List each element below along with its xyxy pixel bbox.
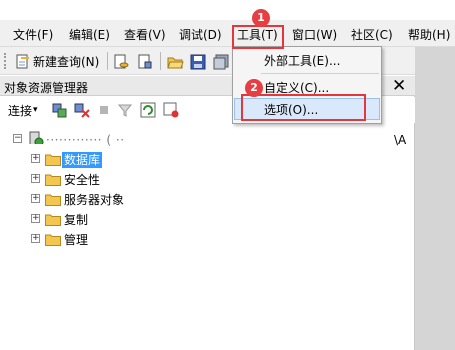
- title-bar: [0, 0, 455, 20]
- standard-toolbar: 新建查询(N): [0, 47, 455, 75]
- folder-icon: [45, 174, 61, 186]
- analysis-query-button[interactable]: [137, 53, 153, 70]
- save-all-icon: [213, 54, 229, 69]
- step-badge-2: 2: [245, 79, 263, 97]
- folder-icon: [45, 154, 61, 166]
- tree-label: 安全性: [64, 173, 101, 187]
- document-area: [415, 47, 455, 350]
- server-name-suffix: \A: [394, 133, 407, 147]
- server-icon: [29, 131, 44, 144]
- refresh-button[interactable]: [140, 102, 156, 118]
- expand-icon[interactable]: +: [31, 234, 40, 243]
- folder-icon: [45, 194, 61, 206]
- expand-icon[interactable]: +: [31, 174, 40, 183]
- step-badge-1: 1: [252, 9, 270, 27]
- menu-file[interactable]: 文件(F): [13, 27, 53, 43]
- connect-label: 连接: [8, 103, 33, 118]
- activity-monitor-button[interactable]: [163, 102, 179, 118]
- menu-edit[interactable]: 编辑(E): [69, 27, 110, 43]
- connect-icon: [52, 103, 67, 118]
- tree-node-replication[interactable]: + 复制: [0, 210, 415, 230]
- folder-icon: [45, 214, 61, 226]
- stop-icon: [100, 106, 108, 114]
- filter-icon: [118, 104, 132, 117]
- menu-view[interactable]: 查看(V): [124, 27, 166, 43]
- server-name: ············· ( ··: [46, 133, 125, 147]
- disconnect-icon: [74, 103, 90, 118]
- new-query-button[interactable]: 新建查询(N): [16, 53, 99, 70]
- tree-node-management[interactable]: + 管理: [0, 230, 415, 250]
- toolbar-grip[interactable]: [4, 53, 6, 69]
- activity-monitor-icon: [163, 102, 179, 118]
- save-icon: [190, 54, 206, 69]
- document-cube-icon: [138, 54, 152, 68]
- menu-separator: [261, 73, 379, 74]
- tree-label: 服务器对象: [64, 193, 125, 207]
- menu-window[interactable]: 窗口(W): [292, 27, 337, 43]
- collapse-icon[interactable]: −: [13, 134, 22, 143]
- menu-debug[interactable]: 调试(D): [179, 27, 222, 43]
- menu-community[interactable]: 社区(C): [351, 27, 393, 43]
- menu-item-label: 外部工具(E)...: [264, 54, 341, 68]
- document-db-icon: [114, 54, 129, 68]
- tree-node-security[interactable]: + 安全性: [0, 170, 415, 190]
- disconnect-button[interactable]: [74, 102, 90, 118]
- panel-title: 对象资源管理器: [4, 81, 89, 95]
- refresh-icon: [140, 102, 156, 118]
- tree-server-node[interactable]: − ············· ( ·· \A: [0, 130, 415, 150]
- highlight-tools-menu: [232, 25, 284, 49]
- save-button[interactable]: [190, 53, 206, 70]
- folder-icon: [45, 234, 61, 246]
- tree-node-server-objects[interactable]: + 服务器对象: [0, 190, 415, 210]
- expand-icon[interactable]: +: [31, 154, 40, 163]
- tree-label: 复制: [64, 213, 89, 227]
- tree-node-databases[interactable]: + 数据库: [0, 150, 415, 170]
- filter-button[interactable]: [118, 102, 132, 118]
- menu-item-external-tools[interactable]: 外部工具(E)...: [234, 49, 380, 71]
- connect-object-explorer-button[interactable]: [52, 102, 68, 118]
- open-file-button[interactable]: [167, 53, 184, 70]
- expand-icon[interactable]: +: [31, 194, 40, 203]
- menu-help[interactable]: 帮助(H): [408, 27, 450, 43]
- open-folder-icon: [167, 57, 184, 68]
- toolbar-separator: [107, 52, 108, 70]
- menu-bar: 文件(F) 编辑(E) 查看(V) 调试(D) 工具(T) 窗口(W) 社区(C…: [0, 20, 455, 47]
- connect-button[interactable]: 连接 ▾: [8, 102, 38, 118]
- close-icon[interactable]: ✕: [392, 76, 406, 96]
- chevron-down-icon: ▾: [33, 105, 38, 115]
- new-query-icon: [16, 54, 29, 68]
- tree-label: 管理: [64, 233, 89, 247]
- tree-label: 数据库: [62, 152, 103, 168]
- highlight-options-item: [241, 94, 366, 121]
- expand-icon[interactable]: +: [31, 214, 40, 223]
- save-all-button[interactable]: [213, 53, 229, 70]
- new-query-label: 新建查询(N): [33, 55, 100, 69]
- toolbar-separator: [160, 52, 161, 70]
- stop-button[interactable]: [98, 102, 110, 118]
- database-engine-query-button[interactable]: [113, 53, 129, 70]
